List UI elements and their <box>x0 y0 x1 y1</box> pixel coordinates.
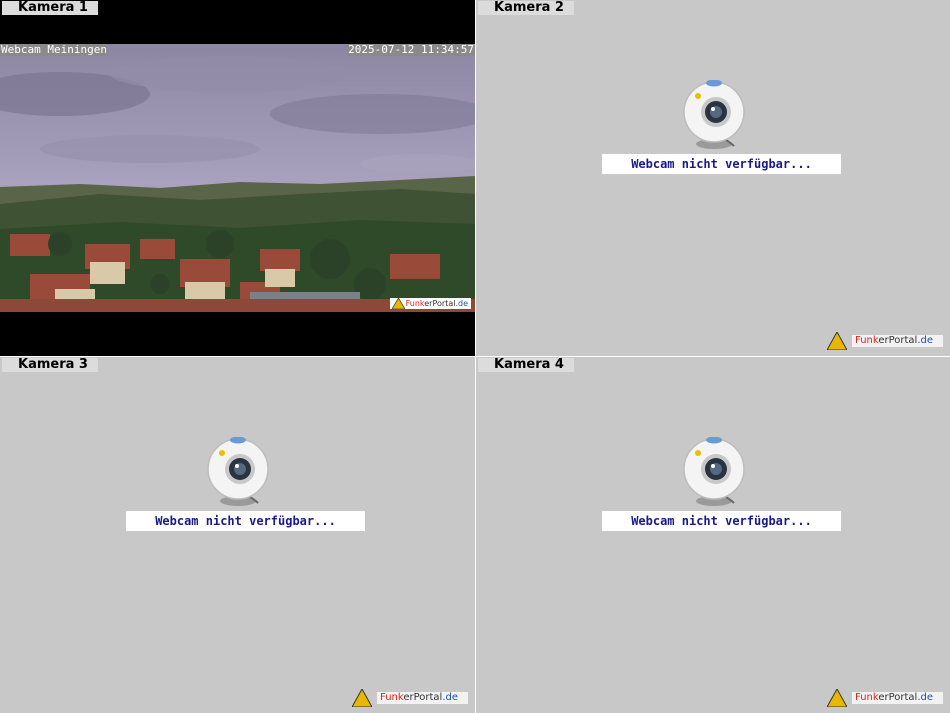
warning-icon <box>827 332 847 350</box>
funkerportal-logo[interactable]: FunkerPortal.de <box>352 689 468 707</box>
webcam-icon <box>207 437 269 506</box>
warning-icon <box>352 689 372 707</box>
warning-icon <box>827 689 847 707</box>
funkerportal-logo[interactable]: FunkerPortal.de <box>827 332 943 350</box>
camera-panel-2[interactable]: Kamera 2 Webcam nicht verfügbar... Funke… <box>476 0 950 356</box>
unavailable-message: Webcam nicht verfügbar... <box>602 154 841 174</box>
unavailable-message: Webcam nicht verfügbar... <box>602 511 841 531</box>
camera-label: Kamera 4 <box>478 358 574 372</box>
camera-label: Kamera 1 <box>2 1 98 15</box>
unavailable-message: Webcam nicht verfügbar... <box>126 511 365 531</box>
funkerportal-logo[interactable]: FunkerPortal.de <box>827 689 943 707</box>
feed-brand-logo: FunkerPortal.de <box>389 298 471 309</box>
camera-panel-4[interactable]: Kamera 4 Webcam nicht verfügbar... Funke… <box>476 357 950 713</box>
camera-panel-3[interactable]: Kamera 3 Webcam nicht verfügbar... Funke… <box>0 357 475 713</box>
warning-icon <box>391 298 405 309</box>
webcam-icon <box>683 80 745 149</box>
camera-label: Kamera 2 <box>478 1 574 15</box>
feed-timestamp-overlay: 2025-07-12 11:34:57 <box>347 44 475 56</box>
webcam-icon <box>683 437 745 506</box>
webcam-image: Webcam Meiningen 2025-07-12 11:34:57 Fun… <box>0 44 475 312</box>
camera-label: Kamera 3 <box>2 358 98 372</box>
camera-panel-1[interactable]: Kamera 1 Webcam Meiningen 2025-07-12 11:… <box>0 0 475 356</box>
feed-title-overlay: Webcam Meiningen <box>0 44 108 56</box>
